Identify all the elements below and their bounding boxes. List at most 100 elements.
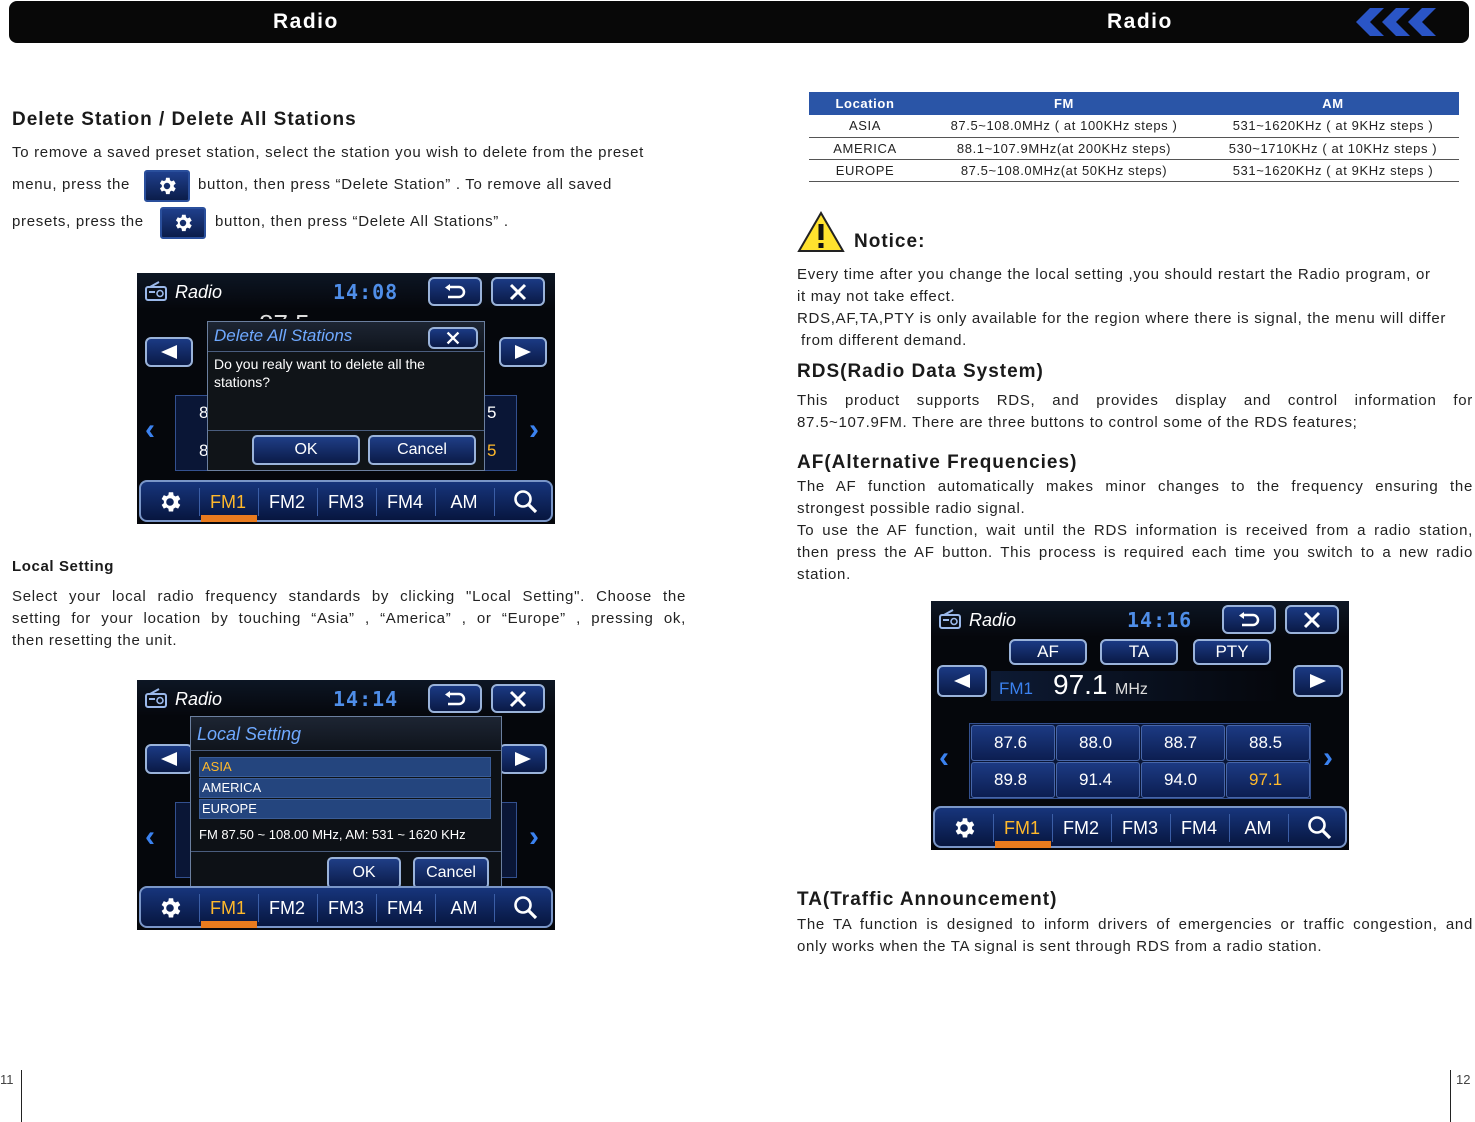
local-setting-dialog: Local Setting ASIA AMERICA EUROPE FM 87.… <box>190 716 502 892</box>
page-number-right: 12 <box>1456 1072 1471 1087</box>
tab-fm2[interactable]: FM2 <box>260 488 314 516</box>
col-fm: FM <box>921 92 1207 115</box>
scroll-right-icon[interactable]: › <box>529 820 539 854</box>
tab-am[interactable]: AM <box>437 488 491 516</box>
dialog-divider <box>208 430 484 431</box>
af-button[interactable]: AF <box>1009 639 1087 665</box>
preset-button[interactable]: 88.7 <box>1141 725 1225 761</box>
col-am: AM <box>1207 92 1459 115</box>
next-button[interactable] <box>1293 665 1343 697</box>
preset-button-active[interactable]: 97.1 <box>1226 762 1310 798</box>
table-row: EUROPE 87.5~108.0MHz(at 50KHz steps) 531… <box>809 159 1459 182</box>
tab-am[interactable]: AM <box>1231 814 1285 842</box>
preset-button[interactable]: 91.4 <box>1056 762 1140 798</box>
tab-fm3[interactable]: FM3 <box>1113 814 1167 842</box>
tab-fm2[interactable]: FM2 <box>1054 814 1108 842</box>
ok-button[interactable]: OK <box>327 857 401 889</box>
tab-fm1[interactable]: FM1 <box>201 488 255 516</box>
screen-title: Radio <box>175 689 223 709</box>
preset-button[interactable]: 87.6 <box>971 725 1055 761</box>
back-button[interactable] <box>428 684 482 713</box>
table-header-row: Location FM AM <box>809 92 1459 115</box>
dialog-title: Local Setting <box>197 724 302 744</box>
notice-line2: it may not take effect. <box>797 288 956 305</box>
notice-line1: Every time after you change the local se… <box>797 266 1431 283</box>
close-button[interactable] <box>491 277 545 306</box>
tab-fm4[interactable]: FM4 <box>378 488 432 516</box>
cancel-button[interactable]: Cancel <box>413 857 489 889</box>
option-asia[interactable]: ASIA <box>199 757 491 777</box>
dialog-close-button[interactable] <box>428 327 478 349</box>
band-bar: FM1 FM2 FM3 FM4 AM <box>933 806 1347 848</box>
prev-button[interactable] <box>145 337 193 367</box>
tab-fm4[interactable]: FM4 <box>1172 814 1226 842</box>
header-bar: Radio Radio <box>9 1 1469 43</box>
tab-fm4[interactable]: FM4 <box>378 894 432 922</box>
scroll-left-icon[interactable]: ‹ <box>939 741 949 775</box>
ok-button[interactable]: OK <box>252 435 360 465</box>
tab-fm1[interactable]: FM1 <box>201 894 255 922</box>
prev-button[interactable] <box>937 665 987 697</box>
triangle-left-icon <box>954 674 970 688</box>
back-button[interactable] <box>428 277 482 306</box>
ta-heading: TA(Traffic Announcement) <box>797 889 1058 910</box>
scroll-right-icon[interactable]: › <box>529 413 539 447</box>
af-line3: To use the AF function, wait until the R… <box>797 522 1473 539</box>
band-bar: FM1 FM2 FM3 FM4 AM <box>139 480 553 522</box>
local-text-line2: setting for your location by touching “A… <box>12 610 686 627</box>
page-divider-left <box>21 1070 22 1122</box>
prev-button[interactable] <box>145 744 193 774</box>
triangle-right-icon <box>515 752 531 766</box>
radio-screen-delete: Radio 14:08 87.5 8 8 5 5 ‹ › Delete All … <box>137 273 555 524</box>
back-button[interactable] <box>1222 605 1276 634</box>
search-icon[interactable] <box>1307 815 1333 841</box>
table-cell: 530~1710KHz ( at 10KHz steps ) <box>1207 137 1459 160</box>
frequency-range: FM 87.50 ~ 108.00 MHz, AM: 531 ~ 1620 KH… <box>199 827 466 842</box>
table-cell: EUROPE <box>809 159 921 182</box>
search-icon[interactable] <box>513 895 539 921</box>
cancel-button[interactable]: Cancel <box>368 435 476 465</box>
close-button[interactable] <box>1285 605 1339 634</box>
dialog-divider <box>191 851 501 852</box>
radio-icon <box>145 281 167 301</box>
close-icon <box>509 283 527 300</box>
preset-button[interactable]: 94.0 <box>1141 762 1225 798</box>
delete-text-line3b: button, then press “Delete All Stations”… <box>215 213 509 230</box>
scroll-left-icon[interactable]: ‹ <box>145 820 155 854</box>
preset-edge-right-1: 5 <box>487 403 497 422</box>
tab-fm1[interactable]: FM1 <box>995 814 1049 842</box>
dialog-message-1: Do you realy want to delete all the <box>214 356 425 372</box>
dialog-message-2: stations? <box>214 374 271 390</box>
table-cell: 531~1620KHz ( at 9KHz steps ) <box>1207 115 1459 138</box>
close-icon <box>1303 611 1321 628</box>
tab-fm3[interactable]: FM3 <box>319 894 373 922</box>
delete-heading: Delete Station / Delete All Stations <box>12 109 357 130</box>
scroll-left-icon[interactable]: ‹ <box>145 413 155 447</box>
gear-icon[interactable] <box>951 815 977 841</box>
preset-edge-right-2: 5 <box>487 441 497 460</box>
search-icon[interactable] <box>513 489 539 515</box>
tab-fm3[interactable]: FM3 <box>319 488 373 516</box>
preset-button[interactable]: 89.8 <box>971 762 1055 798</box>
scroll-right-icon[interactable]: › <box>1323 741 1333 775</box>
option-europe[interactable]: EUROPE <box>199 799 491 819</box>
pty-button[interactable]: PTY <box>1193 639 1271 665</box>
tab-fm2[interactable]: FM2 <box>260 894 314 922</box>
ta-button[interactable]: TA <box>1100 639 1178 665</box>
option-america[interactable]: AMERICA <box>199 778 491 798</box>
next-button[interactable] <box>499 744 547 774</box>
frequency-value: 97.1 <box>1053 669 1108 700</box>
preset-button[interactable]: 88.5 <box>1226 725 1310 761</box>
gear-icon[interactable] <box>157 489 183 515</box>
partial-frequency: 87.5 <box>259 309 310 319</box>
delete-text-line1: To remove a saved preset station, select… <box>12 144 645 161</box>
tab-am[interactable]: AM <box>437 894 491 922</box>
delete-text-line2a: menu, press the <box>12 176 131 193</box>
close-button[interactable] <box>491 684 545 713</box>
triangle-left-icon <box>161 345 177 359</box>
back-icon <box>445 690 466 705</box>
settings-button-inline <box>144 170 190 202</box>
preset-button[interactable]: 88.0 <box>1056 725 1140 761</box>
gear-icon[interactable] <box>157 895 183 921</box>
next-button[interactable] <box>499 337 547 367</box>
